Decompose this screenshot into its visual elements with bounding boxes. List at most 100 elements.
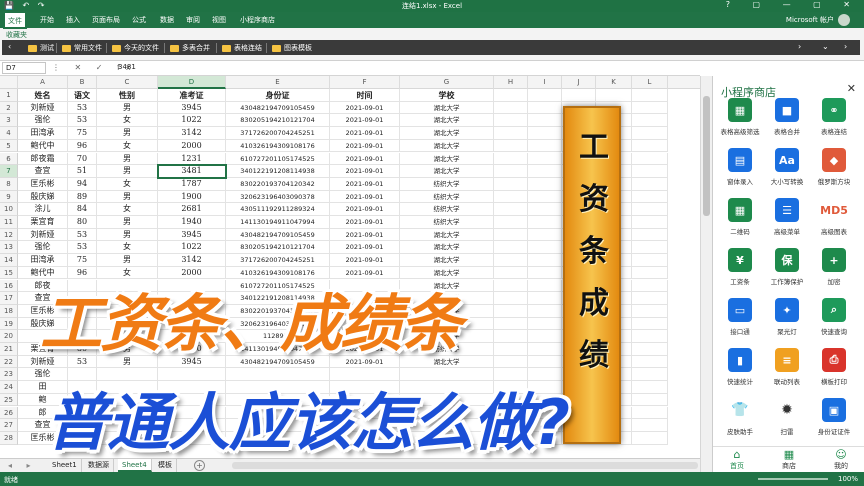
table-cell[interactable] xyxy=(494,292,528,305)
table-cell[interactable]: 51 xyxy=(68,165,97,178)
table-cell[interactable]: 涂儿 xyxy=(18,203,68,216)
table-cell[interactable] xyxy=(632,114,668,128)
header-cell[interactable] xyxy=(562,89,596,102)
ribbon-tab[interactable]: 审阅 xyxy=(186,15,200,25)
favorite-item[interactable]: 测试 xyxy=(28,43,54,53)
table-cell[interactable]: 84 xyxy=(68,203,97,216)
column-header[interactable]: H xyxy=(494,76,528,89)
table-cell[interactable] xyxy=(494,203,528,216)
table-cell[interactable]: 湖北大学 xyxy=(400,241,494,255)
table-cell[interactable]: 男 xyxy=(97,152,158,166)
table-cell[interactable]: 2021-09-01 xyxy=(330,203,400,216)
table-cell[interactable]: 2021-09-01 xyxy=(330,254,400,267)
table-cell[interactable]: 371726200704245251 xyxy=(226,127,330,140)
column-header[interactable]: K xyxy=(596,76,632,89)
row-header[interactable]: 24 xyxy=(0,381,18,394)
table-cell[interactable] xyxy=(528,317,562,331)
table-cell[interactable]: 70 xyxy=(68,152,97,166)
table-cell[interactable]: 3945 xyxy=(158,101,226,115)
table-cell[interactable] xyxy=(494,114,528,128)
panel-tool[interactable]: 保工作簿保护 xyxy=(764,248,810,296)
panel-tool[interactable]: ▤ 窗体录入 xyxy=(717,148,763,196)
table-cell[interactable] xyxy=(494,216,528,229)
table-cell[interactable]: 53 xyxy=(68,228,97,242)
table-cell[interactable] xyxy=(528,152,562,166)
table-cell[interactable]: 湖北大学 xyxy=(400,127,494,140)
panel-tool[interactable]: ⚭ 表格连结 xyxy=(811,98,857,146)
table-cell[interactable]: 田湾承 xyxy=(18,254,68,267)
table-cell[interactable]: 2021-09-01 xyxy=(330,241,400,255)
table-cell[interactable]: 610727201105174525 xyxy=(226,152,330,166)
table-cell[interactable]: 1231 xyxy=(158,152,226,166)
table-cell[interactable] xyxy=(632,127,668,140)
table-cell[interactable]: 53 xyxy=(68,101,97,115)
ribbon-tab[interactable]: 插入 xyxy=(66,15,80,25)
table-cell[interactable]: 女 xyxy=(97,177,158,191)
row-header[interactable]: 13 xyxy=(0,241,18,255)
panel-tool[interactable]: ✦ 聚光灯 xyxy=(764,298,810,346)
table-cell[interactable] xyxy=(632,419,668,432)
table-cell[interactable] xyxy=(494,266,528,280)
panel-nav-item[interactable]: ⌂ 首页 xyxy=(717,449,757,471)
table-cell[interactable]: 男 xyxy=(97,254,158,267)
row-header[interactable]: 12 xyxy=(0,228,18,242)
table-cell[interactable]: 田湾承 xyxy=(18,127,68,140)
table-cell[interactable]: 2000 xyxy=(158,139,226,153)
table-cell[interactable]: 430482194709105459 xyxy=(226,101,330,115)
table-cell[interactable]: 141130194911047994 xyxy=(226,216,330,229)
table-cell[interactable] xyxy=(494,317,528,331)
table-cell[interactable] xyxy=(632,190,668,204)
column-header[interactable]: G xyxy=(400,76,494,89)
table-cell[interactable] xyxy=(494,101,528,115)
table-cell[interactable]: 830205194210121704 xyxy=(226,114,330,128)
table-cell[interactable]: 殷庆娣 xyxy=(18,190,68,204)
table-cell[interactable] xyxy=(494,165,528,178)
table-cell[interactable]: 2021-09-01 xyxy=(330,101,400,115)
window-controls[interactable]: ? ▢ — ▢ ✕ xyxy=(726,0,860,9)
table-cell[interactable] xyxy=(528,355,562,369)
header-cell[interactable] xyxy=(494,89,528,102)
panel-tool[interactable]: ▮ 快速统计 xyxy=(717,348,763,396)
row-header[interactable]: 3 xyxy=(0,114,18,128)
table-cell[interactable] xyxy=(632,177,668,191)
table-cell[interactable]: 2021-09-01 xyxy=(330,177,400,191)
table-cell[interactable] xyxy=(632,279,668,293)
table-cell[interactable] xyxy=(632,101,668,115)
table-cell[interactable]: 2021-09-01 xyxy=(330,216,400,229)
table-cell[interactable] xyxy=(494,279,528,293)
name-box[interactable]: D7 xyxy=(2,62,46,74)
row-header[interactable]: 2 xyxy=(0,101,18,115)
table-cell[interactable] xyxy=(632,381,668,394)
table-cell[interactable] xyxy=(632,266,668,280)
table-cell[interactable]: 2021-09-01 xyxy=(330,152,400,166)
chevron-left-icon[interactable]: ‹ xyxy=(8,42,11,51)
close-icon[interactable]: ✕ xyxy=(847,82,856,95)
table-cell[interactable] xyxy=(494,127,528,140)
ribbon-tab[interactable]: 文件 xyxy=(3,11,27,29)
panel-tool[interactable]: ⎙ 横板打印 xyxy=(811,348,857,396)
table-cell[interactable] xyxy=(494,177,528,191)
zoom-slider[interactable] xyxy=(758,478,828,480)
favorite-item[interactable]: 多表合并 xyxy=(170,43,210,53)
column-header[interactable]: L xyxy=(632,76,668,89)
table-cell[interactable]: 男 xyxy=(97,216,158,229)
table-cell[interactable] xyxy=(528,203,562,216)
table-cell[interactable] xyxy=(528,254,562,267)
table-cell[interactable] xyxy=(632,139,668,153)
table-cell[interactable] xyxy=(494,228,528,242)
table-cell[interactable]: 75 xyxy=(68,127,97,140)
column-header[interactable]: A xyxy=(18,76,68,89)
table-cell[interactable]: 强伦 xyxy=(18,241,68,255)
table-cell[interactable]: 纺织大学 xyxy=(400,203,494,216)
favorite-item[interactable]: 常用文件 xyxy=(62,43,102,53)
table-cell[interactable]: 女 xyxy=(97,114,158,128)
row-header[interactable]: 21 xyxy=(0,343,18,356)
table-cell[interactable]: 男 xyxy=(97,165,158,178)
column-header[interactable]: E xyxy=(226,76,330,89)
table-cell[interactable]: 430511192911289324 xyxy=(226,203,330,216)
table-cell[interactable]: 53 xyxy=(68,241,97,255)
table-cell[interactable]: 湖北大学 xyxy=(400,139,494,153)
table-cell[interactable]: 96 xyxy=(68,139,97,153)
column-header[interactable]: J xyxy=(562,76,596,89)
table-cell[interactable]: 女 xyxy=(97,139,158,153)
